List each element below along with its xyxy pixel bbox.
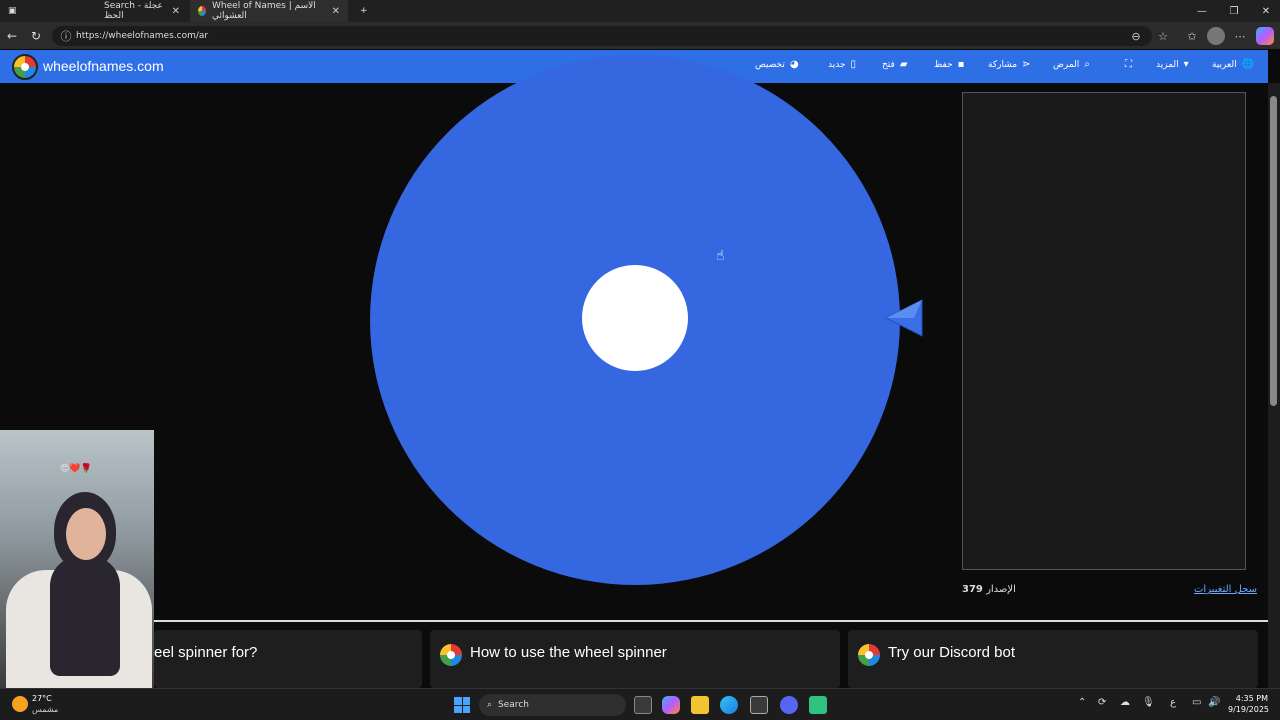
version-number: 379 — [962, 584, 983, 595]
edge-browser-icon[interactable] — [720, 696, 738, 714]
wheel-center[interactable] — [582, 265, 688, 371]
cloud-icon[interactable]: ☁ — [1120, 697, 1130, 708]
weather-sun-icon[interactable] — [12, 696, 28, 712]
globe-icon: 🌐 — [1241, 59, 1255, 70]
discord-icon[interactable] — [780, 696, 798, 714]
entries-panel[interactable] — [962, 92, 1246, 570]
caret-down-icon: ▾ — [1183, 59, 1189, 70]
file-icon: ▯ — [850, 59, 857, 70]
copilot-icon[interactable] — [1256, 27, 1274, 45]
taskbar-search-label: Search — [498, 700, 529, 710]
tab-wheel-label: Wheel of Names | الاسم العشوائي — [212, 1, 316, 21]
tab-search-label: Search - عجلة الحظ — [104, 1, 163, 21]
menu-language-label: العربية — [1212, 59, 1237, 70]
changelog-link[interactable]: سجل التغييرات — [1194, 584, 1257, 595]
volume-icon[interactable]: 🔊 — [1208, 697, 1220, 708]
minimize-icon[interactable]: — — [1186, 0, 1218, 22]
microphone-icon[interactable]: 🎙 — [1142, 697, 1155, 708]
copilot-app-icon[interactable] — [662, 696, 680, 714]
back-icon[interactable]: ← — [2, 26, 22, 46]
menu-save-label: حفظ — [934, 59, 953, 70]
menu-customize[interactable]: ◕ تخصيص — [755, 59, 799, 70]
close-icon[interactable]: ✕ — [332, 6, 340, 17]
site-name[interactable]: wheelofnames.com — [43, 58, 164, 74]
version-text: الإصدار — [986, 584, 1016, 595]
wheel-favicon-icon — [198, 6, 207, 16]
folder-icon: ▰ — [899, 59, 908, 70]
menu-open[interactable]: ▰ فتح — [882, 59, 908, 70]
store-icon[interactable] — [750, 696, 768, 714]
menu-language[interactable]: 🌐 العربية — [1212, 59, 1254, 70]
menu-customize-label: تخصيص — [755, 59, 785, 70]
windows-start-icon[interactable] — [454, 697, 470, 713]
menu-gallery-label: المرض — [1053, 59, 1080, 70]
site-info-icon[interactable]: ⓘ — [57, 27, 75, 45]
fullscreen-icon: ⛶ — [1125, 59, 1132, 70]
card-what-for[interactable]: eel spinner for? — [154, 630, 422, 688]
url-input[interactable]: https://wheelofnames.com/ar — [52, 26, 1152, 46]
search-icon: ⌕ — [1084, 59, 1090, 70]
webcam-emoji: 😍❤️🌹 — [60, 464, 92, 474]
sync-icon[interactable]: ⟳ — [1098, 697, 1106, 708]
webcam-overlay: 😍❤️🌹 — [0, 430, 154, 688]
input-language[interactable]: ع — [1170, 697, 1176, 708]
section-divider — [154, 620, 1268, 622]
wheel-logo-icon[interactable] — [12, 54, 38, 80]
wheel-logo-icon — [440, 644, 462, 666]
task-view-icon[interactable] — [634, 696, 652, 714]
close-window-icon[interactable]: ✕ — [1250, 0, 1280, 22]
favorite-star-icon[interactable]: ☆ — [1154, 27, 1172, 45]
url-text: https://wheelofnames.com/ar — [76, 31, 209, 41]
hand-cursor-icon: ☝ — [716, 248, 725, 264]
menu-more[interactable]: ▾ المزيد — [1156, 59, 1189, 70]
network-icon[interactable]: ▭ — [1192, 697, 1201, 708]
restore-icon[interactable]: ❐ — [1218, 0, 1250, 22]
menu-new[interactable]: ▯ جديد — [828, 59, 856, 70]
tab-wheel-of-names[interactable]: Wheel of Names | الاسم العشوائي ✕ — [190, 0, 348, 22]
menu-share[interactable]: ⋖ مشاركة — [988, 59, 1030, 70]
new-tab-button[interactable]: + — [352, 0, 372, 22]
tab-actions-icon[interactable]: ▣ — [0, 0, 22, 22]
menu-fullscreen[interactable]: ⛶ — [1125, 59, 1132, 70]
menu-share-label: مشاركة — [988, 59, 1018, 70]
scrollbar-thumb[interactable] — [1270, 96, 1277, 406]
search-icon: ⌕ — [487, 700, 493, 710]
version-label: الإصدار 379 — [962, 584, 1016, 595]
wheel-pointer-icon — [884, 299, 923, 337]
favorites-icon[interactable]: ✩ — [1183, 27, 1201, 45]
menu-new-label: جديد — [828, 59, 846, 70]
card-how-to-use-title: How to use the wheel spinner — [470, 644, 667, 661]
card-how-to-use[interactable]: How to use the wheel spinner — [430, 630, 840, 688]
clock-date[interactable]: 9/19/2025 — [1228, 705, 1269, 714]
menu-more-label: المزيد — [1156, 59, 1179, 70]
taskbar-search[interactable]: ⌕ Search — [479, 694, 626, 716]
close-icon[interactable]: ✕ — [172, 6, 180, 17]
webcam-person-face — [66, 508, 106, 560]
file-explorer-icon[interactable] — [691, 696, 709, 714]
weather-desc[interactable]: مشمس — [32, 705, 58, 714]
webcam-person-scarf — [50, 556, 120, 676]
profile-avatar-icon[interactable] — [1207, 27, 1225, 45]
refresh-icon[interactable]: ↻ — [26, 26, 46, 46]
card-discord-title: Try our Discord bot — [888, 644, 1015, 661]
more-options-icon[interactable]: ⋯ — [1231, 27, 1249, 45]
menu-open-label: فتح — [882, 59, 895, 70]
card-discord-bot[interactable]: Try our Discord bot — [848, 630, 1258, 688]
weather-temp[interactable]: 27°C — [32, 694, 52, 703]
green-app-icon[interactable] — [809, 696, 827, 714]
palette-icon: ◕ — [789, 59, 799, 70]
save-icon: ▪ — [957, 59, 965, 70]
card-what-for-title: eel spinner for? — [154, 644, 258, 661]
clock-time[interactable]: 4:35 PM — [1234, 694, 1268, 703]
tab-search[interactable]: Search - عجلة الحظ ✕ — [30, 0, 188, 22]
read-aloud-icon[interactable]: ⊖ — [1127, 27, 1145, 45]
tray-chevron-icon[interactable]: ⌃ — [1078, 697, 1086, 708]
menu-save[interactable]: ▪ حفظ — [934, 59, 964, 70]
menu-gallery[interactable]: ⌕ المرض — [1053, 59, 1090, 70]
wheel-logo-icon — [858, 644, 880, 666]
share-icon: ⋖ — [1022, 59, 1031, 70]
